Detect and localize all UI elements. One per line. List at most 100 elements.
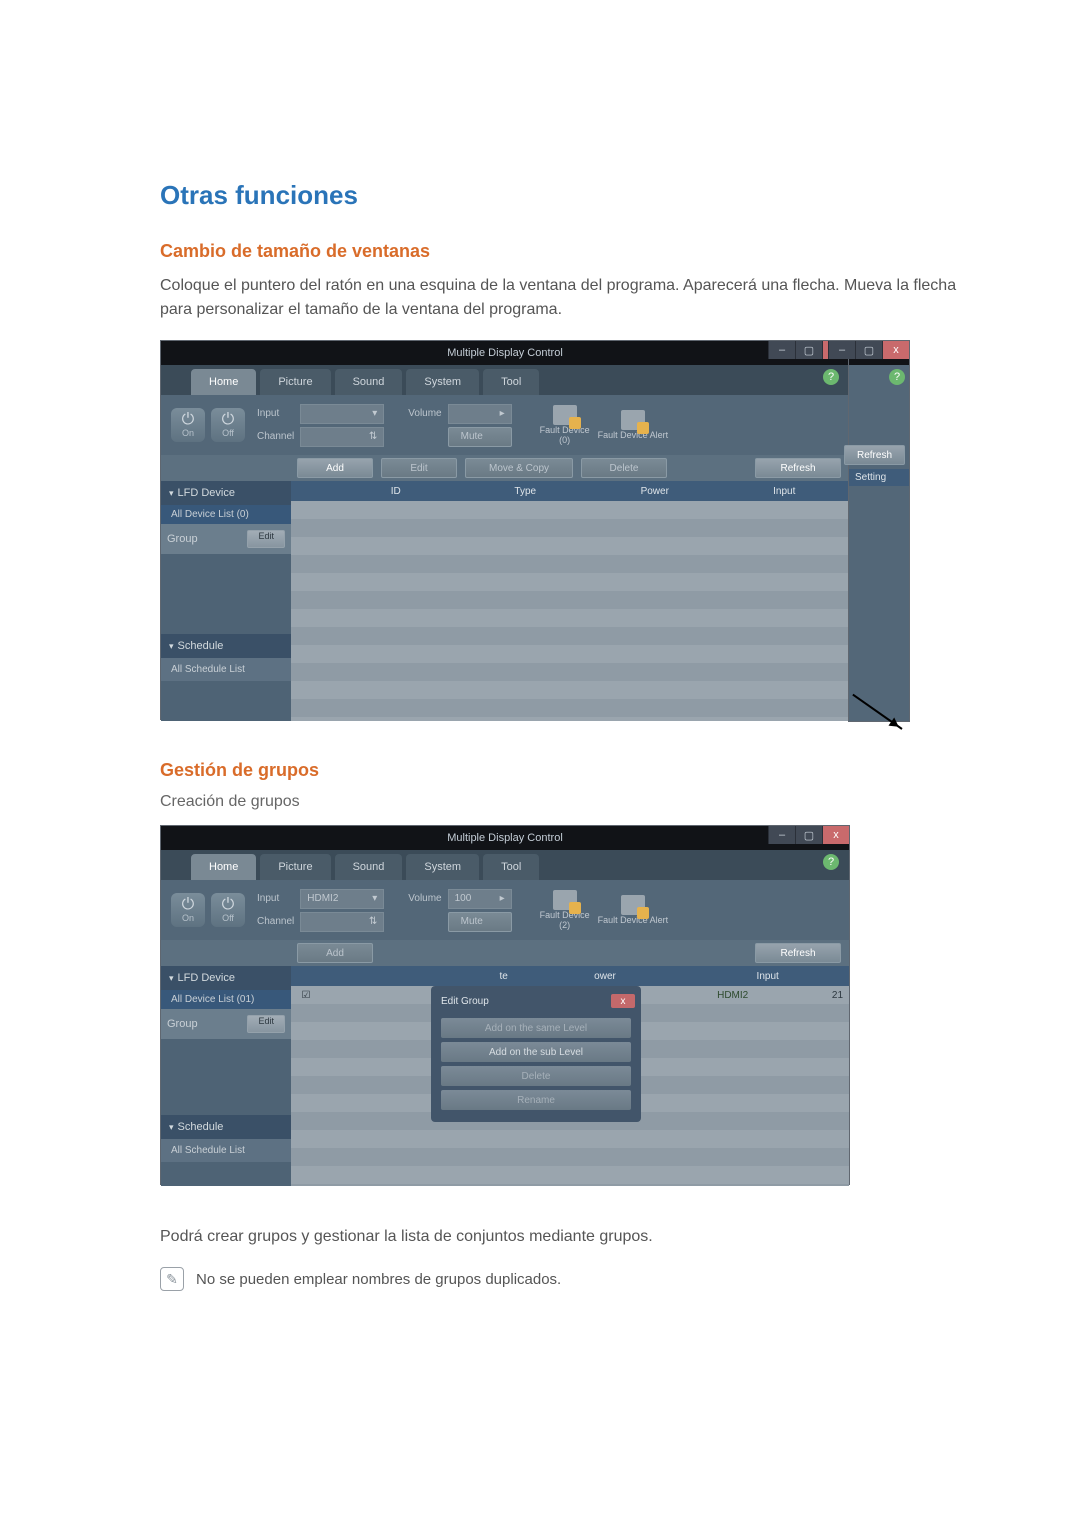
menu-add-sub-level[interactable]: Add on the sub Level xyxy=(441,1042,631,1062)
tab-bar: Home Picture Sound System Tool xyxy=(161,850,849,880)
action-bar: Add Refresh xyxy=(161,940,849,966)
sidebar-section-schedule[interactable]: Schedule xyxy=(161,634,291,658)
channel-label: Channel xyxy=(257,916,294,927)
power-on-button[interactable]: ⏻On xyxy=(171,893,205,927)
minimize-icon[interactable]: – xyxy=(768,341,795,359)
input-select[interactable]: ▾ xyxy=(300,404,384,424)
col-power: ower xyxy=(524,966,687,986)
window-titlebar: Multiple Display Control – ▢ x xyxy=(161,826,849,850)
col-power: Power xyxy=(590,481,720,501)
refresh-button[interactable]: Refresh xyxy=(755,458,841,478)
mute-button[interactable]: Mute xyxy=(448,912,512,932)
volume-value[interactable]: 100▸ xyxy=(448,889,512,909)
sidebar-group-row: Group Edit xyxy=(161,524,291,554)
sidebar-all-devices[interactable]: All Device List (0) xyxy=(161,505,291,524)
device-table: ID Type Power Input xyxy=(291,481,849,721)
action-bar: Add Edit Move & Copy Delete Refresh xyxy=(161,455,849,481)
section-groups-heading: Gestión de grupos xyxy=(160,760,980,781)
channel-stepper[interactable]: ⇅ xyxy=(300,427,384,447)
tab-sound[interactable]: Sound xyxy=(335,854,403,880)
section-resize-heading: Cambio de tamaño de ventanas xyxy=(160,241,980,262)
col-input: Input xyxy=(686,966,849,986)
sidebar-section-lfd[interactable]: LFD Device xyxy=(161,966,291,990)
power-off-button[interactable]: ⏻Off xyxy=(211,893,245,927)
refresh-button[interactable]: Refresh xyxy=(755,943,841,963)
ribbon: ⏻On ⏻Off Input HDMI2▾ Channel ⇅ Volume 1… xyxy=(161,880,849,940)
chevron-updown-icon: ⇅ xyxy=(369,431,377,442)
menu-delete[interactable]: Delete xyxy=(441,1066,631,1086)
tab-home[interactable]: Home xyxy=(191,854,256,880)
chevron-down-icon: ▾ xyxy=(372,408,377,419)
chevron-right-icon: ▸ xyxy=(500,893,505,904)
mute-button[interactable]: Mute xyxy=(448,427,512,447)
help-icon[interactable]: ? xyxy=(823,369,839,385)
col-type: Type xyxy=(461,481,591,501)
group-label: Group xyxy=(167,533,198,545)
maximize-icon[interactable]: ▢ xyxy=(795,341,822,359)
maximize-icon[interactable]: ▢ xyxy=(855,341,882,359)
delete-button[interactable]: Delete xyxy=(581,458,667,478)
window-titlebar: Multiple Display Control – ▢ x xyxy=(161,341,849,365)
col-input: Input xyxy=(720,481,850,501)
channel-label: Channel xyxy=(257,431,294,442)
help-icon[interactable]: ? xyxy=(823,854,839,870)
close-icon[interactable]: x xyxy=(882,341,909,359)
fault-device-alert-status: Fault Device Alert xyxy=(598,895,669,925)
tab-tool[interactable]: Tool xyxy=(483,369,539,395)
note-duplicate-names: ✎ No se pueden emplear nombres de grupos… xyxy=(160,1267,980,1291)
window-title: Multiple Display Control xyxy=(447,832,563,844)
note-icon: ✎ xyxy=(160,1267,184,1291)
volume-label: Volume xyxy=(408,893,441,904)
input-select[interactable]: HDMI2▾ xyxy=(300,889,384,909)
col-te: te xyxy=(484,966,524,986)
edit-group-popup: Edit Group x Add on the same Level Add o… xyxy=(431,986,641,1122)
fault-device-status: Fault Device(2) xyxy=(540,890,590,930)
tab-bar: Home Picture Sound System Tool xyxy=(161,365,849,395)
help-icon[interactable]: ? xyxy=(889,369,905,385)
tab-picture[interactable]: Picture xyxy=(260,854,330,880)
refresh-button[interactable]: Refresh xyxy=(844,445,905,465)
group-edit-button[interactable]: Edit xyxy=(247,1015,285,1033)
section-groups-subheading: Creación de grupos xyxy=(160,793,980,811)
channel-stepper[interactable]: ⇅ xyxy=(300,912,384,932)
window-title: Multiple Display Control xyxy=(447,347,563,359)
tab-system[interactable]: System xyxy=(406,854,479,880)
popup-close-button[interactable]: x xyxy=(611,994,635,1008)
volume-value[interactable]: ▸ xyxy=(448,404,512,424)
sidebar-all-schedule[interactable]: All Schedule List xyxy=(161,658,291,681)
add-button[interactable]: Add xyxy=(297,458,373,478)
screenshot-groups: Multiple Display Control – ▢ x ? Home Pi… xyxy=(160,825,850,1185)
menu-rename[interactable]: Rename xyxy=(441,1090,631,1110)
sidebar-section-lfd[interactable]: LFD Device xyxy=(161,481,291,505)
sidebar-all-schedule[interactable]: All Schedule List xyxy=(161,1139,291,1162)
move-copy-button[interactable]: Move & Copy xyxy=(465,458,573,478)
sidebar-all-devices[interactable]: All Device List (01) xyxy=(161,990,291,1009)
minimize-icon[interactable]: – xyxy=(768,826,795,844)
table-rows xyxy=(291,501,849,721)
tab-tool[interactable]: Tool xyxy=(483,854,539,880)
tab-home[interactable]: Home xyxy=(191,369,256,395)
volume-label: Volume xyxy=(408,408,441,419)
group-edit-button[interactable]: Edit xyxy=(247,530,285,548)
sidebar-section-schedule[interactable]: Schedule xyxy=(161,1115,291,1139)
edit-button[interactable]: Edit xyxy=(381,458,457,478)
col-id: ID xyxy=(331,481,461,501)
close-icon[interactable]: x xyxy=(822,826,849,844)
main-split: LFD Device All Device List (0) Group Edi… xyxy=(161,481,849,721)
table-header: ID Type Power Input xyxy=(291,481,849,501)
power-off-button[interactable]: ⏻Off xyxy=(211,408,245,442)
ribbon: ⏻On ⏻Off Input ▾ Channel ⇅ Volume ▸ Mute… xyxy=(161,395,849,455)
add-button[interactable]: Add xyxy=(297,943,373,963)
chevron-down-icon: ▾ xyxy=(372,893,377,904)
minimize-icon[interactable]: – xyxy=(828,341,855,359)
input-label: Input xyxy=(257,408,294,419)
power-on-button[interactable]: ⏻On xyxy=(171,408,205,442)
group-label: Group xyxy=(167,1018,198,1030)
popup-title: Edit Group xyxy=(441,996,489,1007)
menu-add-same-level[interactable]: Add on the same Level xyxy=(441,1018,631,1038)
maximize-icon[interactable]: ▢ xyxy=(795,826,822,844)
tab-system[interactable]: System xyxy=(406,369,479,395)
section-resize-paragraph: Coloque el puntero del ratón en una esqu… xyxy=(160,274,980,322)
tab-sound[interactable]: Sound xyxy=(335,369,403,395)
tab-picture[interactable]: Picture xyxy=(260,369,330,395)
